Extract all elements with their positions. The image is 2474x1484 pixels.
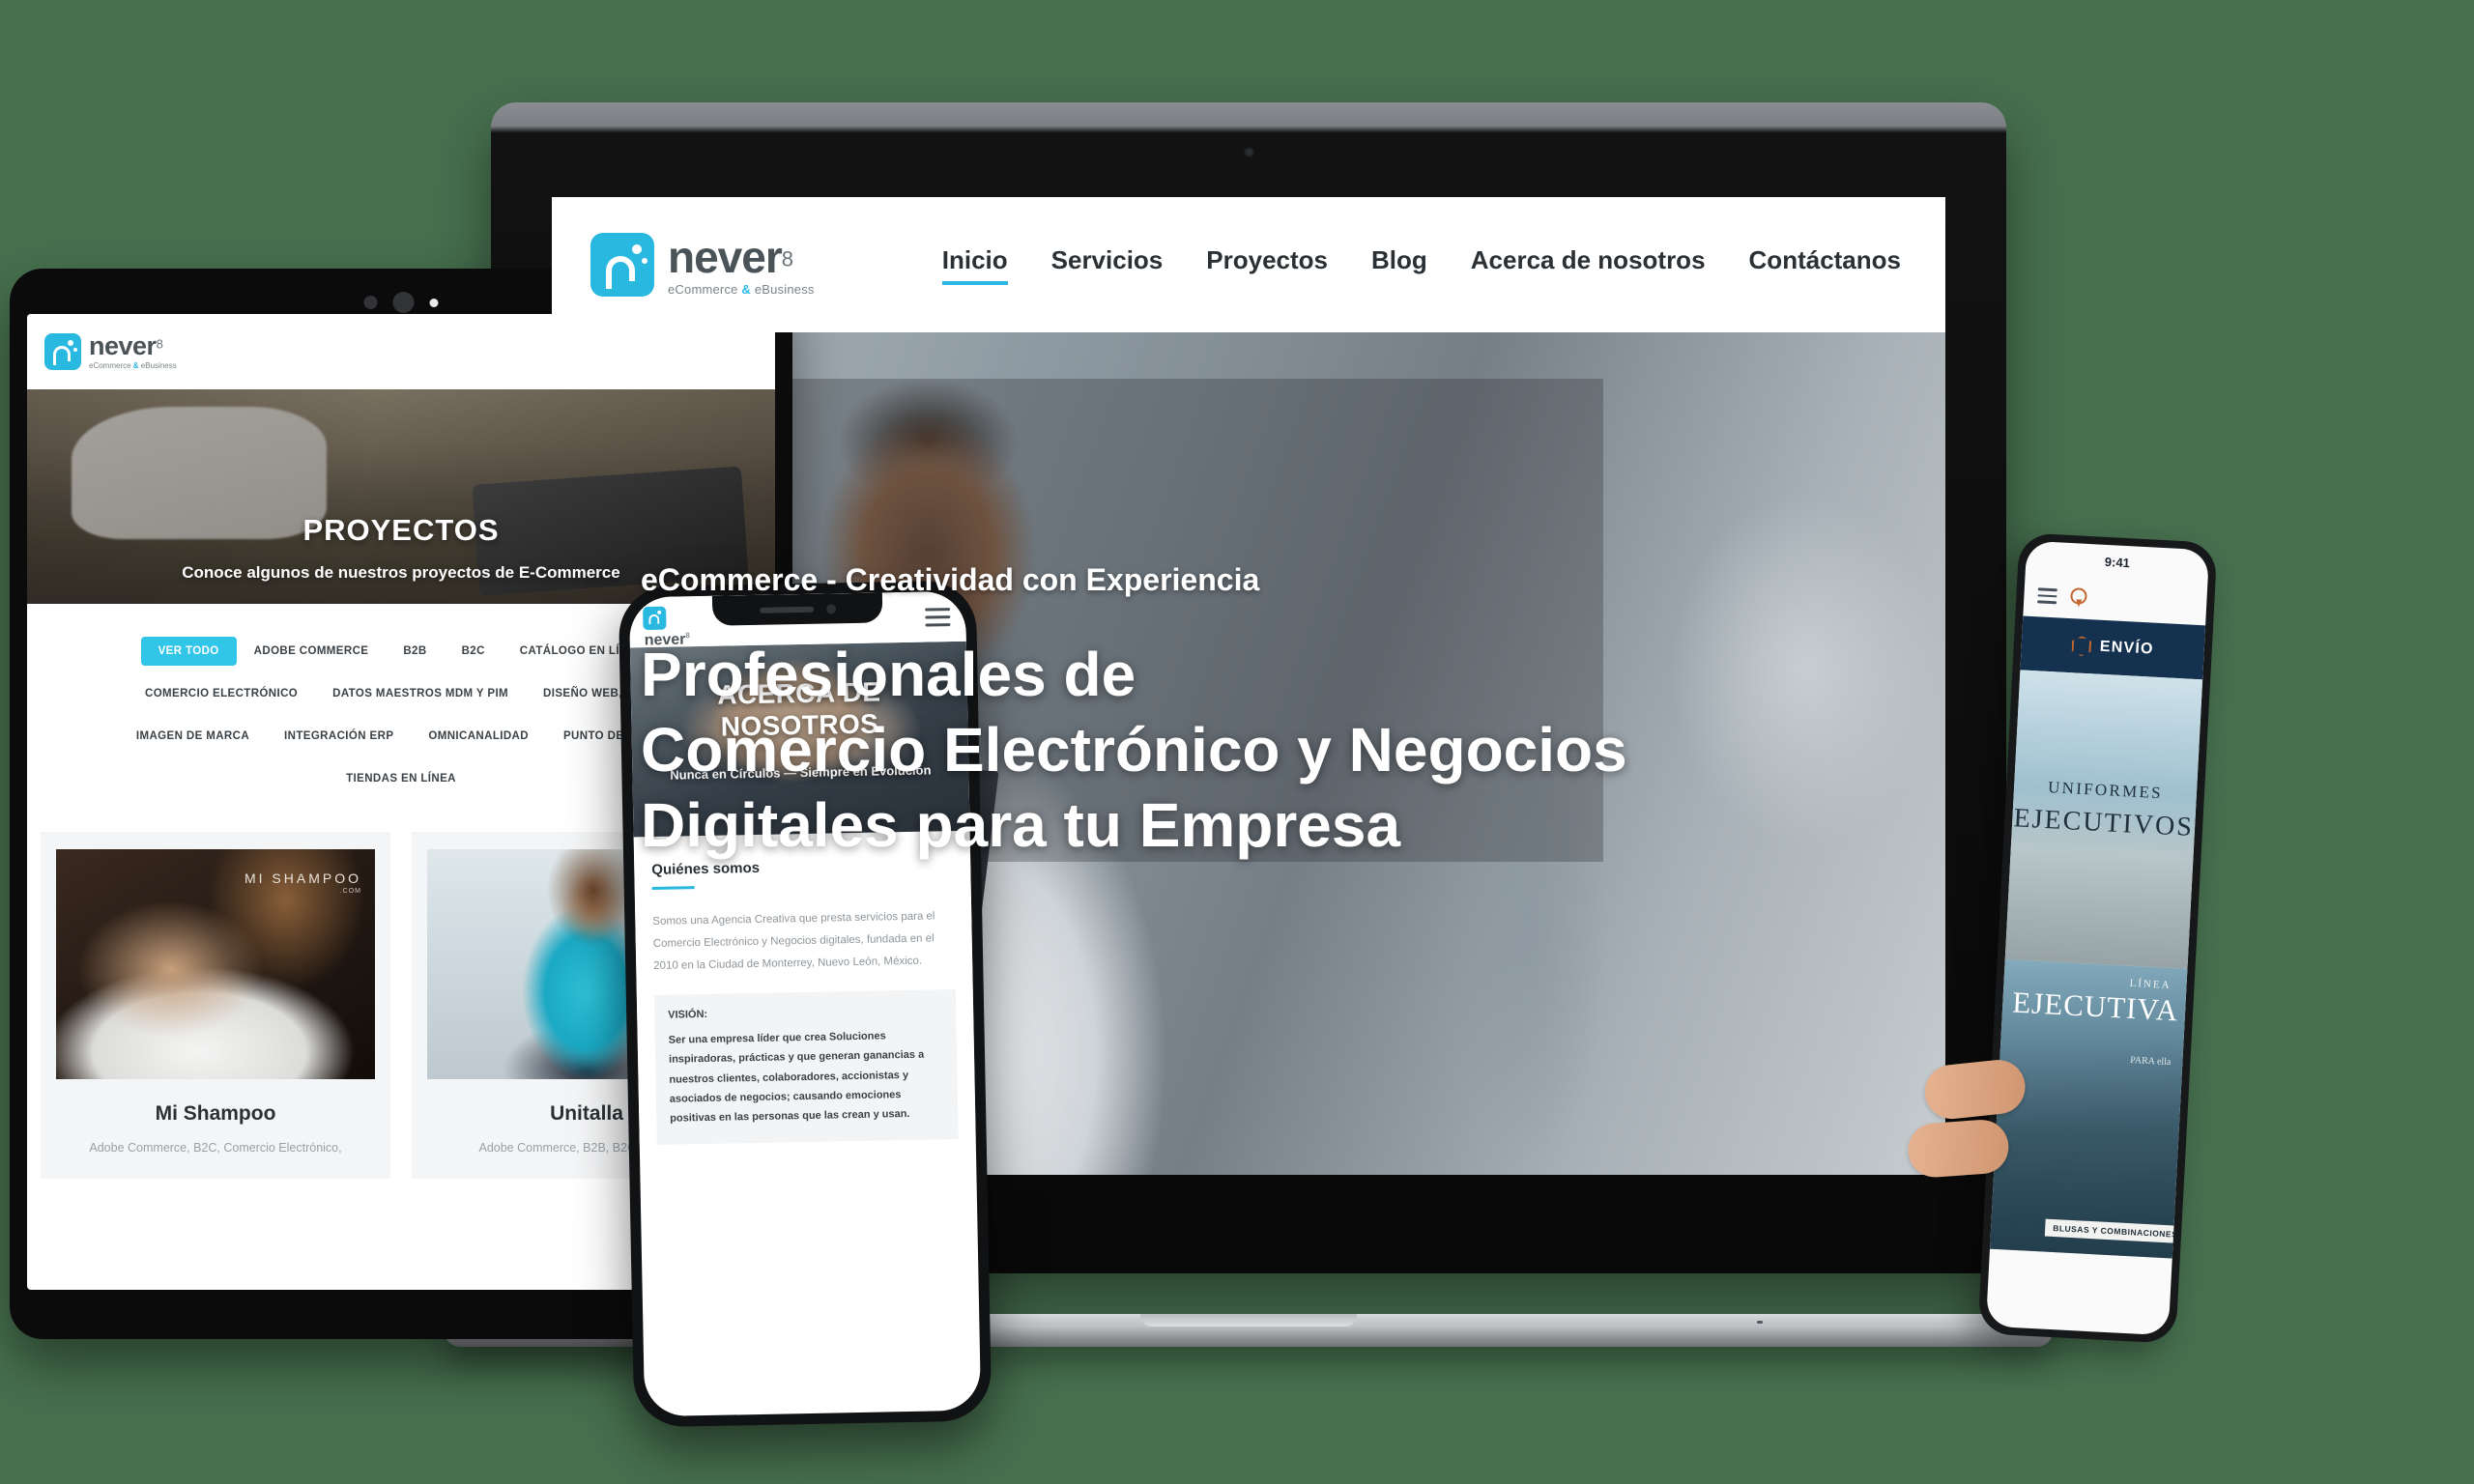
filter-chip-b2b[interactable]: B2B: [386, 637, 444, 666]
project-image-logo: MI SHAMPOO .COM: [244, 870, 361, 895]
logo-tagline: eCommerce & eBusiness: [668, 281, 815, 297]
laptop-camera-icon: [1244, 147, 1254, 157]
shipping-banner: ENVÍO: [2020, 615, 2206, 680]
tablet-logo-wordmark: never8 eCommerce & eBusiness: [89, 333, 177, 370]
tablet-logo-name: never: [89, 331, 157, 360]
hero-copy: eCommerce - Creatividad con Experiencia …: [641, 562, 1723, 863]
hero-title-line-3: Digitales para tu Empresa: [641, 790, 1401, 861]
mockup-stage: never8 eCommerce & eBusiness Inicio Serv…: [0, 0, 2474, 1484]
nav-item-proyectos[interactable]: Proyectos: [1206, 245, 1328, 285]
logo-superscript: 8: [781, 246, 793, 271]
tablet-hero-section: PROYECTOS Conoce algunos de nuestros pro…: [27, 389, 775, 604]
heading-underline: [651, 886, 695, 891]
main-navigation: Inicio Servicios Proyectos Blog Acerca d…: [941, 245, 1901, 285]
promo-kicker: LÍNEA: [2129, 977, 2172, 992]
filter-chip-b2c[interactable]: B2C: [445, 637, 503, 666]
promo-title: EJECUTIVA: [2011, 985, 2180, 1028]
vision-text: Ser una empresa líder que crea Solucione…: [668, 1030, 925, 1126]
project-card-title: Mi Shampoo: [155, 1102, 276, 1125]
shipping-banner-label: ENVÍO: [2099, 638, 2155, 658]
filter-chip-datos-maestros[interactable]: DATOS MAESTROS MDM Y PIM: [315, 679, 526, 708]
phone-content: Quiénes somos Somos una Agencia Creativa…: [633, 830, 976, 1146]
package-box-icon: [2071, 636, 2091, 657]
filter-chip-tiendas-en-linea[interactable]: TIENDAS EN LÍNEA: [329, 764, 474, 793]
promo-subtitle: PARA ella: [2130, 1054, 2172, 1069]
tablet-hero-subtitle: Conoce algunos de nuestros proyectos de …: [182, 563, 620, 582]
hero-title-line-1: Profesionales de: [641, 640, 1136, 709]
filter-chip-ver-todo[interactable]: VER TODO: [140, 637, 237, 666]
nav-item-blog[interactable]: Blog: [1371, 245, 1427, 285]
site-header: never8 eCommerce & eBusiness Inicio Serv…: [552, 197, 1945, 332]
phone-paragraph: Somos una Agencia Creativa que presta se…: [652, 910, 935, 973]
logo-name: never: [668, 231, 783, 282]
never8-logo-icon: [44, 333, 81, 370]
hamburger-menu-icon[interactable]: [2037, 587, 2057, 605]
filter-chip-integracion-erp[interactable]: INTEGRACIÓN ERP: [267, 722, 411, 751]
nav-item-contactanos[interactable]: Contáctanos: [1749, 245, 1901, 285]
filter-chip-adobe-commerce[interactable]: ADOBE COMMERCE: [237, 637, 387, 666]
tablet-camera-icons: [363, 292, 439, 313]
logo-wordmark: never8 eCommerce & eBusiness: [668, 235, 815, 296]
nav-item-inicio[interactable]: Inicio: [941, 245, 1008, 285]
right-phone-hero-photo: UNIFORMES EJECUTIVOS: [2004, 670, 2203, 969]
tablet-hero-title: PROYECTOS: [302, 513, 500, 547]
filter-chip-omnicanalidad[interactable]: OMNICANALIDAD: [411, 722, 546, 751]
location-pin-icon[interactable]: [2070, 587, 2087, 609]
hero-kicker: eCommerce - Creatividad con Experiencia: [641, 562, 1260, 597]
site-logo[interactable]: never8 eCommerce & eBusiness: [590, 233, 815, 297]
right-phone-device: 9:41 ENVÍO UNIFORMES EJECUTIVOS LÍNEA EJ…: [1906, 532, 2218, 1344]
vision-label: VISIÓN:: [668, 1008, 708, 1021]
tablet-logo-tagline: eCommerce & eBusiness: [89, 361, 177, 370]
project-card-tags: Adobe Commerce, B2C, Comercio Electrónic…: [89, 1141, 342, 1155]
project-thumbnail: MI SHAMPOO .COM: [56, 849, 375, 1079]
right-phone-brand-line-2: EJECUTIVOS: [2012, 803, 2195, 843]
tablet-logo-superscript: 8: [156, 336, 163, 352]
promo-category-tag: BLUSAS Y COMBINACIONES: [2044, 1218, 2186, 1244]
filter-chip-imagen-de-marca[interactable]: IMAGEN DE MARCA: [119, 722, 267, 751]
project-card[interactable]: MI SHAMPOO .COM Mi Shampoo Adobe Commerc…: [41, 832, 390, 1179]
hero-title-line-2: Comercio Electrónico y Negocios: [641, 715, 1627, 785]
nav-item-servicios[interactable]: Servicios: [1051, 245, 1164, 285]
right-phone-brand-line-1: UNIFORMES: [2047, 778, 2164, 803]
tablet-hero-copy: PROYECTOS Conoce algunos de nuestros pro…: [27, 513, 775, 583]
nav-item-acerca-de-nosotros[interactable]: Acerca de nosotros: [1471, 245, 1706, 285]
hero-title: Profesionales de Comercio Electrónico y …: [641, 637, 1723, 863]
hand-fingers-shape: [1900, 1053, 2055, 1244]
filter-chip-comercio-electronico[interactable]: COMERCIO ELECTRÓNICO: [128, 679, 315, 708]
never8-logo-icon: [590, 233, 654, 297]
vision-box: VISIÓN: Ser una empresa líder que crea S…: [653, 989, 959, 1145]
laptop-base-notch: [1140, 1314, 1357, 1327]
